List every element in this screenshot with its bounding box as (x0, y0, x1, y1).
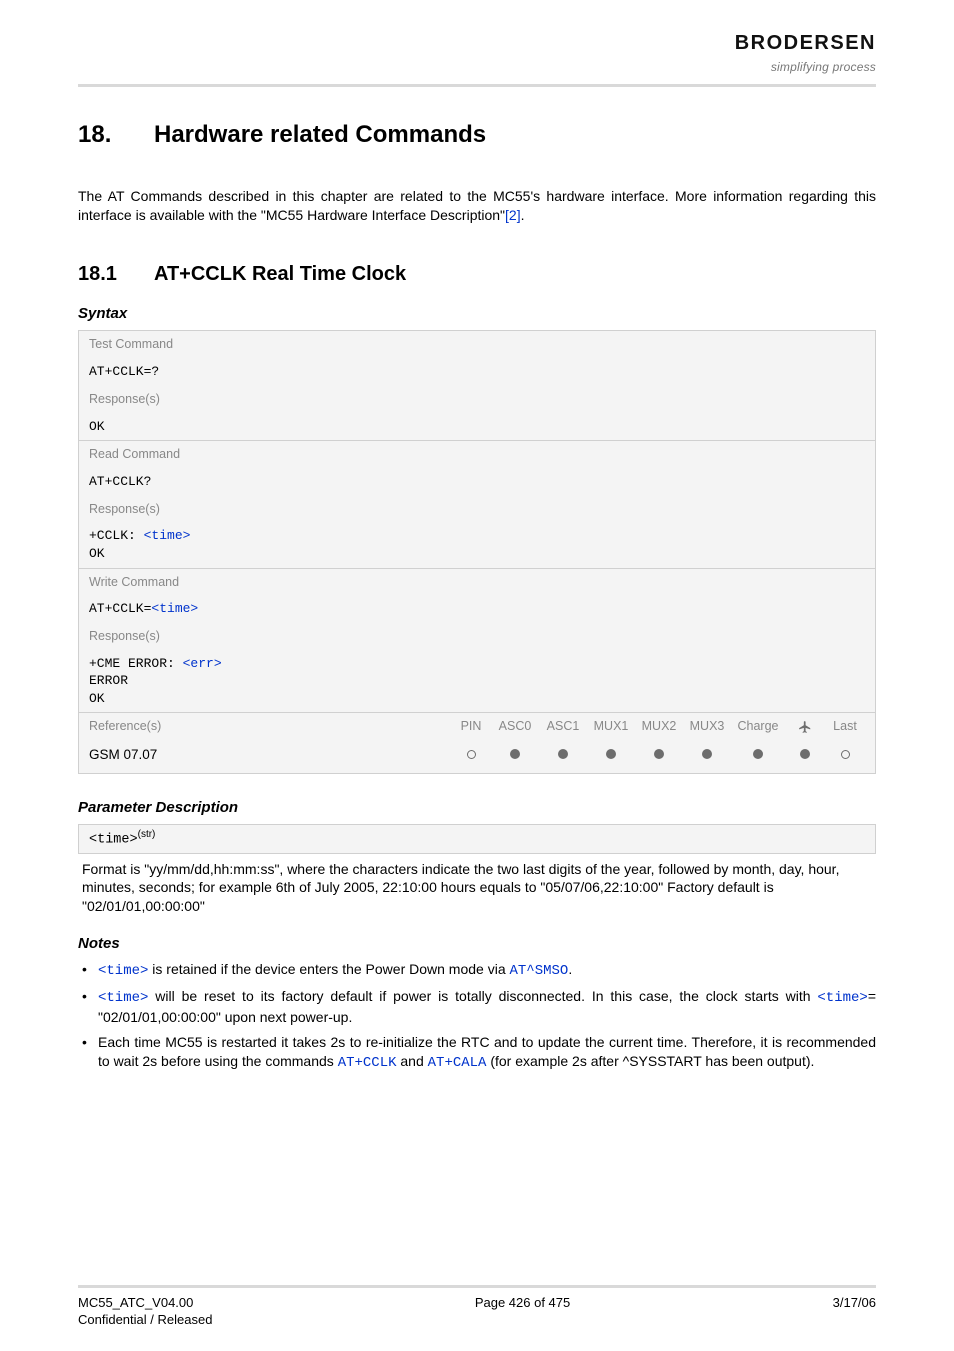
reference-link[interactable]: [2] (505, 207, 521, 223)
cell-last (825, 746, 865, 764)
header: BRODERSEN simplifying process (78, 30, 876, 76)
parameter-tag: <time>(str) (78, 824, 876, 854)
cell-charge (731, 746, 785, 764)
read-command-label: Read Command (79, 441, 875, 468)
time-param[interactable]: <time> (98, 963, 148, 979)
note-item: <time> is retained if the device enters … (78, 960, 876, 981)
responses-label: Response(s) (79, 386, 875, 413)
circle-open-icon (467, 750, 476, 759)
write-command: AT+CCLK=<time> (79, 595, 875, 623)
responses-label: Response(s) (79, 623, 875, 650)
syntax-heading: Syntax (78, 304, 876, 324)
note-item: Each time MC55 is restarted it takes 2s … (78, 1033, 876, 1073)
col-mux2: MUX2 (635, 718, 683, 735)
read-command: AT+CCLK? (79, 468, 875, 496)
at-cclk-link[interactable]: AT+CCLK (338, 1055, 397, 1071)
circle-filled-icon (702, 749, 712, 759)
parameter-description: Format is "yy/mm/dd,hh:mm:ss", where the… (78, 858, 876, 917)
col-charge: Charge (731, 718, 785, 735)
col-pin: PIN (451, 718, 491, 735)
section-heading: 18.1AT+CCLK Real Time Clock (78, 261, 876, 288)
col-mux1: MUX1 (587, 718, 635, 735)
cell-asc0 (491, 746, 539, 764)
airplane-icon (798, 720, 812, 734)
write-command-label: Write Command (79, 569, 875, 596)
intro-paragraph: The AT Commands described in this chapte… (78, 187, 876, 225)
notes-list: <time> is retained if the device enters … (78, 960, 876, 1072)
notes-heading: Notes (78, 934, 876, 954)
test-response: OK (79, 413, 875, 441)
section-number: 18.1 (78, 261, 154, 288)
reference-header-row: Reference(s) PIN ASC0 ASC1 MUX1 MUX2 MUX… (79, 712, 875, 740)
footer-center: Page 426 of 475 (475, 1294, 570, 1329)
circle-filled-icon (654, 749, 664, 759)
time-param[interactable]: <time> (144, 528, 191, 543)
test-command-label: Test Command (79, 331, 875, 358)
cell-asc1 (539, 746, 587, 764)
footer: MC55_ATC_V04.00 Confidential / Released … (78, 1285, 876, 1329)
logo-sub: simplifying process (735, 59, 876, 75)
circle-filled-icon (800, 749, 810, 759)
references-label: Reference(s) (89, 718, 451, 735)
syntax-table: Test Command AT+CCLK=? Response(s) OK Re… (78, 330, 876, 773)
time-param[interactable]: <time> (151, 601, 198, 616)
section-title: AT+CCLK Real Time Clock (154, 263, 406, 285)
at-cala-link[interactable]: AT+CALA (428, 1055, 487, 1071)
circle-open-icon (841, 750, 850, 759)
at-smso-link[interactable]: AT^SMSO (510, 963, 569, 979)
chapter-heading: 18.Hardware related Commands (78, 119, 876, 151)
col-last: Last (825, 718, 865, 735)
footer-left: MC55_ATC_V04.00 Confidential / Released (78, 1294, 212, 1329)
read-response: +CCLK: <time> OK (79, 522, 875, 567)
time-param[interactable]: <time> (817, 990, 867, 1006)
test-command: AT+CCLK=? (79, 358, 875, 386)
cell-mux1 (587, 746, 635, 764)
chapter-title: Hardware related Commands (154, 121, 486, 148)
logo: BRODERSEN simplifying process (735, 30, 876, 75)
responses-label: Response(s) (79, 496, 875, 523)
chapter-number: 18. (78, 119, 154, 151)
cell-mux2 (635, 746, 683, 764)
note-item: <time> will be reset to its factory defa… (78, 987, 876, 1027)
footer-right: 3/17/06 (833, 1294, 876, 1329)
parameter-description-heading: Parameter Description (78, 798, 876, 818)
circle-filled-icon (753, 749, 763, 759)
col-asc0: ASC0 (491, 718, 539, 735)
col-mux3: MUX3 (683, 718, 731, 735)
cell-pin (451, 746, 491, 764)
gsm-ref: GSM 07.07 (89, 746, 451, 764)
time-param[interactable]: <time> (98, 990, 148, 1006)
circle-filled-icon (558, 749, 568, 759)
cell-mux3 (683, 746, 731, 764)
circle-filled-icon (510, 749, 520, 759)
logo-word: BRODERSEN (735, 30, 876, 57)
col-asc1: ASC1 (539, 718, 587, 735)
col-airplane (785, 718, 825, 735)
err-param[interactable]: <err> (183, 656, 222, 671)
write-response: +CME ERROR: <err> ERROR OK (79, 650, 875, 713)
cell-airplane (785, 746, 825, 764)
reference-data-row: GSM 07.07 (79, 740, 875, 772)
header-rule (78, 84, 876, 87)
footer-rule (78, 1285, 876, 1288)
circle-filled-icon (606, 749, 616, 759)
